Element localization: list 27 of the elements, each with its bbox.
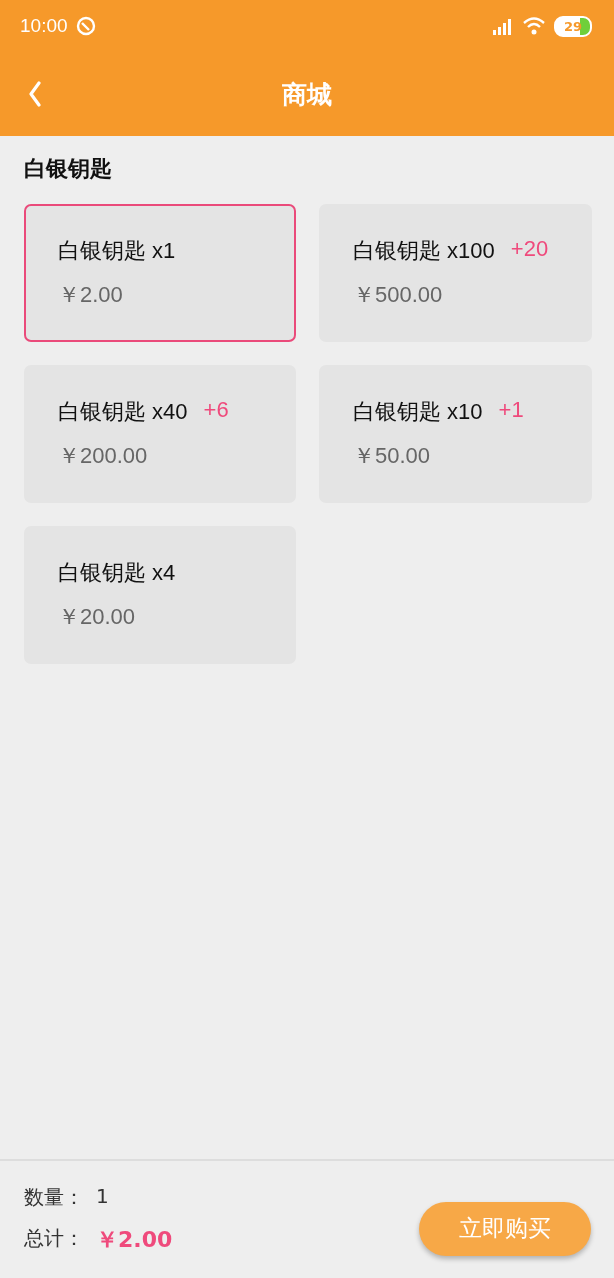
product-price: ￥20.00 bbox=[58, 603, 136, 631]
product-price: ￥500.00 bbox=[353, 281, 443, 309]
product-price: ￥50.00 bbox=[353, 442, 431, 470]
page-title: 商城 bbox=[282, 78, 332, 111]
product-name: 白银钥匙 x10 bbox=[353, 398, 483, 426]
product-card[interactable]: 白银钥匙 x40 +6 ￥200.00 bbox=[24, 365, 296, 503]
total-label: 总计： bbox=[24, 1225, 84, 1252]
product-name: 白银钥匙 x1 bbox=[58, 237, 176, 265]
section-title: 白银钥匙 bbox=[24, 155, 113, 183]
product-card[interactable]: 白银钥匙 x100 +20 ￥500.00 bbox=[319, 204, 592, 342]
product-price: ￥2.00 bbox=[58, 281, 123, 309]
back-icon[interactable] bbox=[28, 81, 42, 107]
bonus-count: +20 bbox=[510, 236, 549, 263]
bonus-count: +6 bbox=[203, 397, 229, 424]
bonus-count: +1 bbox=[498, 397, 524, 424]
quantity-value: 1 bbox=[96, 1184, 109, 1210]
wifi-icon bbox=[521, 16, 546, 36]
product-card[interactable]: 白银钥匙 x10 +1 ￥50.00 bbox=[319, 365, 592, 503]
product-name: 白银钥匙 x100 bbox=[353, 237, 495, 265]
product-card[interactable]: 白银钥匙 x1 ￥2.00 bbox=[24, 204, 296, 342]
product-name: 白银钥匙 x4 bbox=[58, 559, 176, 587]
product-card[interactable]: 白银钥匙 x4 ￥20.00 bbox=[24, 526, 296, 664]
product-name: 白银钥匙 x40 bbox=[58, 398, 188, 426]
status-time: 10:00 bbox=[20, 15, 68, 37]
product-price: ￥200.00 bbox=[58, 442, 148, 470]
total-price: ￥2.00 bbox=[96, 1226, 173, 1254]
quantity-label: 数量： bbox=[24, 1184, 84, 1211]
